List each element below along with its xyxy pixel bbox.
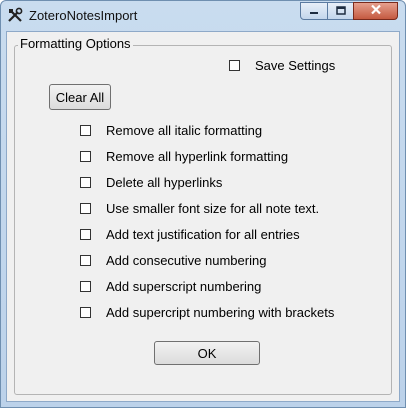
option-consecutive-numbering-checkbox[interactable]	[80, 255, 91, 266]
window-title: ZoteroNotesImport	[29, 8, 138, 23]
option-superscript-numbering-label[interactable]: Add superscript numbering	[106, 279, 261, 294]
option-text-justification-label[interactable]: Add text justification for all entries	[106, 227, 300, 242]
ok-label: OK	[197, 345, 217, 361]
clear-all-button[interactable]: Clear All	[49, 84, 111, 110]
minimize-icon	[309, 2, 319, 20]
tools-icon	[7, 7, 23, 23]
save-settings-label[interactable]: Save Settings	[255, 58, 335, 73]
close-button[interactable]	[353, 2, 398, 20]
option-smaller-font-label[interactable]: Use smaller font size for all note text.	[106, 201, 319, 216]
option-consecutive-numbering-label[interactable]: Add consecutive numbering	[106, 253, 266, 268]
clear-all-label: Clear All	[55, 89, 105, 105]
save-settings-checkbox[interactable]	[229, 60, 240, 71]
dialog-window: ZoteroNotesImport Formatting Options Sav…	[0, 0, 406, 408]
option-delete-hyperlinks-checkbox[interactable]	[80, 177, 91, 188]
option-superscript-numbering-checkbox[interactable]	[80, 281, 91, 292]
close-icon	[370, 2, 382, 20]
option-delete-hyperlinks-label[interactable]: Delete all hyperlinks	[106, 175, 222, 190]
group-label: Formatting Options	[18, 36, 133, 51]
option-superscript-brackets-label[interactable]: Add supercript numbering with brackets	[106, 305, 334, 320]
option-text-justification-checkbox[interactable]	[80, 229, 91, 240]
maximize-icon	[335, 2, 346, 20]
dialog-client-area: Formatting Options Save Settings Clear A…	[6, 31, 400, 402]
option-remove-italic-label[interactable]: Remove all italic formatting	[106, 123, 262, 138]
option-remove-hyperlink-formatting-checkbox[interactable]	[80, 151, 91, 162]
maximize-button[interactable]	[327, 2, 354, 20]
option-smaller-font-checkbox[interactable]	[80, 203, 91, 214]
option-remove-italic-checkbox[interactable]	[80, 125, 91, 136]
minimize-button[interactable]	[300, 2, 328, 20]
title-bar[interactable]: ZoteroNotesImport	[1, 1, 405, 29]
option-superscript-brackets-checkbox[interactable]	[80, 307, 91, 318]
ok-button[interactable]: OK	[154, 341, 260, 365]
option-remove-hyperlink-formatting-label[interactable]: Remove all hyperlink formatting	[106, 149, 288, 164]
